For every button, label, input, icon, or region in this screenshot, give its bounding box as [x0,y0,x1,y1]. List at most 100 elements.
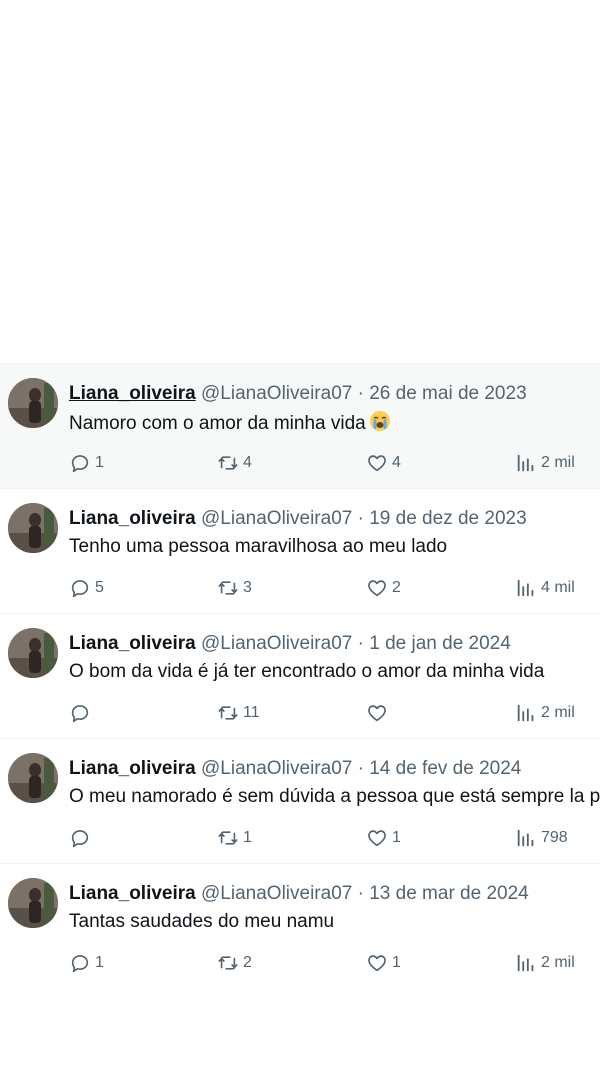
avatar[interactable] [8,378,58,428]
user-handle[interactable]: @LianaOliveira07 [201,383,352,404]
heart-icon [368,830,386,847]
tweet-header: Liana_oliveira @LianaOliveira07 · 19 de … [69,507,527,531]
views-icon [517,579,534,597]
tweet[interactable]: Liana_oliveira @LianaOliveira07 · 13 de … [0,863,600,988]
tweet-feed: Liana_oliveira @LianaOliveira07 · 26 de … [0,363,600,988]
retweet-count: 3 [243,579,252,596]
user-handle[interactable]: @LianaOliveira07 [201,758,352,779]
reply-count: 1 [95,454,104,471]
retweet-count: 11 [243,704,260,721]
tweet-date[interactable]: 14 de fev de 2024 [369,758,521,779]
like-button[interactable] [366,700,392,726]
heart-icon [368,955,386,972]
views-button[interactable]: 2 mil [515,700,575,726]
retweet-count: 2 [243,954,252,971]
tweet-text: Tantas saudades do meu namu [69,911,335,932]
views-button[interactable]: 2 mil [515,950,575,976]
views-count: 2 mil [541,704,575,721]
display-name[interactable]: Liana_oliveira [69,508,196,529]
like-button[interactable]: 2 [366,575,401,601]
retweet-button[interactable]: 1 [217,825,252,851]
reply-button[interactable] [69,825,95,851]
loudly-crying-face-icon [369,410,391,432]
separator: · [357,758,364,779]
tweet[interactable]: Liana_oliveira @LianaOliveira07 · 1 de j… [0,613,600,738]
tweet-header: Liana_oliveira @LianaOliveira07 · 14 de … [69,757,521,781]
avatar[interactable] [8,503,58,553]
reply-button[interactable]: 5 [69,575,104,601]
user-handle[interactable]: @LianaOliveira07 [201,883,352,904]
tweet-actions: 5 3 2 4 mil [0,575,600,601]
avatar[interactable] [8,628,58,678]
separator: · [357,633,364,654]
retweet-button[interactable]: 4 [217,450,252,476]
tweet-actions: 11 2 mil [0,700,600,726]
display-name[interactable]: Liana_oliveira [69,758,196,779]
tweet-text: O bom da vida é já ter encontrado o amor… [69,661,545,682]
tweet-header: Liana_oliveira @LianaOliveira07 · 1 de j… [69,632,511,656]
tweet-actions: 1 2 1 2 mil [0,950,600,976]
views-count: 2 mil [541,454,575,471]
tweet-header: Liana_oliveira @LianaOliveira07 · 13 de … [69,882,529,906]
separator: · [357,383,364,404]
separator: · [357,883,364,904]
retweet-count: 1 [243,829,252,846]
tweet-text: O meu namorado é sem dúvida a pessoa que… [69,786,600,807]
views-icon [517,829,534,847]
tweet-text: Namoro com o amor da minha vida [69,410,391,436]
tweet-text-content: Namoro com o amor da minha vida [69,413,366,434]
reply-icon [71,955,89,973]
reply-button[interactable]: 1 [69,450,104,476]
reply-count: 5 [95,579,104,596]
retweet-button[interactable]: 3 [217,575,252,601]
tweet[interactable]: Liana_oliveira @LianaOliveira07 · 14 de … [0,738,600,863]
retweet-icon [218,581,238,595]
heart-icon [368,705,386,722]
display-name[interactable]: Liana_oliveira [69,883,196,904]
user-handle[interactable]: @LianaOliveira07 [201,508,352,529]
reply-icon [71,705,89,723]
retweet-icon [218,456,238,470]
retweet-button[interactable]: 11 [217,700,260,726]
display-name[interactable]: Liana_oliveira [69,633,196,654]
views-button[interactable]: 2 mil [515,450,575,476]
like-count: 1 [392,829,401,846]
retweet-icon [218,831,238,845]
like-button[interactable]: 1 [366,825,401,851]
display-name[interactable]: Liana_oliveira [69,383,196,404]
tweet[interactable]: Liana_oliveira @LianaOliveira07 · 19 de … [0,488,600,613]
tweet-header: Liana_oliveira @LianaOliveira07 · 26 de … [69,382,527,406]
views-icon [517,704,534,722]
reply-button[interactable]: 1 [69,950,104,976]
retweet-button[interactable]: 2 [217,950,252,976]
reply-icon [71,455,89,473]
retweet-icon [218,956,238,970]
views-icon [517,954,534,972]
tweet-actions: 1 1 798 [0,825,600,851]
avatar[interactable] [8,753,58,803]
retweet-count: 4 [243,454,252,471]
reply-icon [71,580,89,598]
separator: · [357,508,364,529]
views-button[interactable]: 4 mil [515,575,575,601]
heart-icon [368,580,386,597]
views-icon [517,454,534,472]
tweet-date[interactable]: 26 de mai de 2023 [369,383,526,404]
retweet-icon [218,706,238,720]
heart-icon [368,455,386,472]
tweet-text: Tenho uma pessoa maravilhosa ao meu lado [69,536,448,557]
tweet[interactable]: Liana_oliveira @LianaOliveira07 · 26 de … [0,363,600,488]
like-button[interactable]: 1 [366,950,401,976]
reply-button[interactable] [69,700,95,726]
blank-area [0,0,600,363]
views-count: 2 mil [541,954,575,971]
like-button[interactable]: 4 [366,450,401,476]
avatar[interactable] [8,878,58,928]
like-count: 1 [392,954,401,971]
tweet-date[interactable]: 13 de mar de 2024 [369,883,529,904]
tweet-date[interactable]: 1 de jan de 2024 [369,633,511,654]
views-count: 798 [541,829,568,846]
user-handle[interactable]: @LianaOliveira07 [201,633,352,654]
views-button[interactable]: 798 [515,825,568,851]
tweet-date[interactable]: 19 de dez de 2023 [369,508,526,529]
